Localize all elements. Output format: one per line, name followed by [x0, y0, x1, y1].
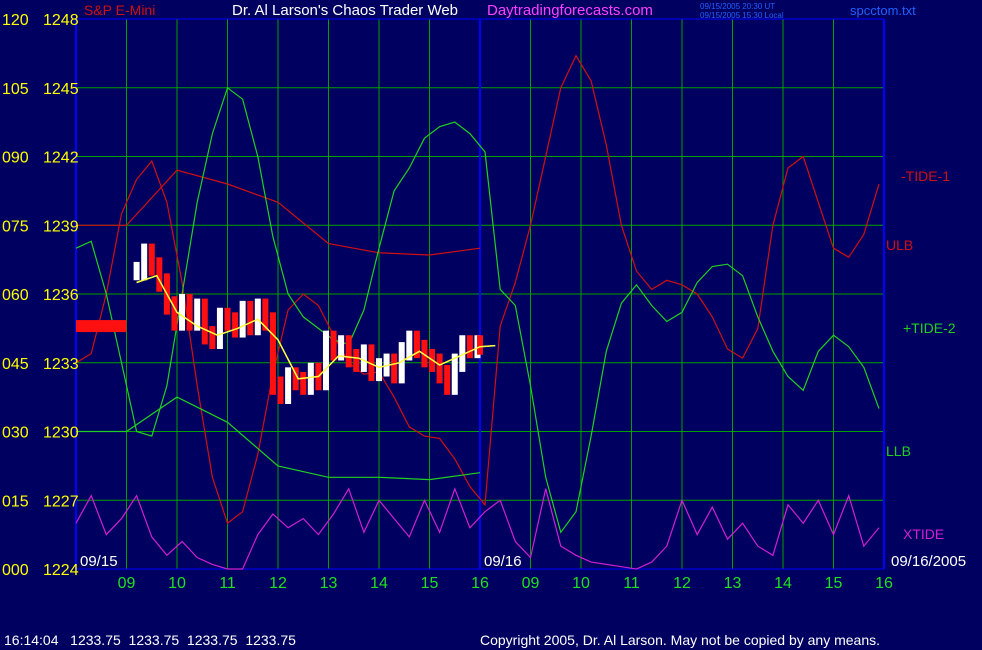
right-label-tide1: -TIDE-1: [901, 168, 950, 184]
y-price-label: 1239: [43, 218, 79, 235]
price-bar: [307, 362, 314, 395]
right-label-ulb: ULB: [886, 237, 913, 253]
right-label-tide2: +TIDE-2: [903, 320, 956, 336]
y-price-label: 1248: [43, 12, 79, 29]
x-hour-label: 15: [825, 575, 843, 592]
x-hour-label: 10: [572, 575, 590, 592]
file-name: spcctom.txt: [850, 3, 916, 18]
price-bar: [224, 307, 231, 331]
price-bar: [391, 353, 398, 384]
time-local: 09/15/2005 15:30 Local: [700, 11, 784, 20]
price-bar: [444, 365, 451, 395]
price-bar: [201, 298, 208, 345]
x-hour-label: 13: [320, 575, 338, 592]
x-hour-label: 12: [673, 575, 691, 592]
price-bar: [179, 294, 186, 331]
price-bar: [330, 330, 337, 361]
series-xtide-line: [75, 487, 880, 570]
quote-readout: 16:14:04 1233.75 1233.75 1233.75 1233.75: [4, 632, 296, 648]
x-hour-label: 09: [118, 575, 136, 592]
price-bar: [436, 353, 443, 384]
price-bar: [239, 300, 246, 338]
price-bar: [300, 371, 307, 395]
date-mid: 09/16: [484, 553, 522, 570]
price-bar: [148, 243, 155, 276]
price-bar: [133, 261, 140, 281]
price-bar: [254, 298, 261, 336]
time-utc: 09/15/2005 20:30 UT: [700, 2, 776, 11]
price-bar: [477, 335, 483, 355]
x-hour-label: 13: [724, 575, 742, 592]
y-price-label: 1242: [43, 150, 79, 167]
price-bar: [209, 326, 216, 349]
y-left-label: 030: [2, 425, 29, 442]
date-right: 09/16/2005: [891, 553, 966, 570]
date-left: 09/15: [80, 553, 118, 570]
price-bar: [322, 330, 329, 391]
x-hour-label: 14: [774, 575, 792, 592]
x-hour-label: 11: [623, 575, 640, 592]
price-bar: [141, 243, 148, 281]
y-price-label: 1227: [43, 493, 79, 510]
right-label-xtide: XTIDE: [903, 526, 944, 542]
y-price-label: 1224: [43, 562, 79, 579]
price-bar: [247, 300, 254, 336]
price-bar: [186, 294, 193, 331]
x-hour-label: 11: [219, 575, 236, 592]
y-left-label: 075: [2, 218, 29, 235]
y-price-label: 1236: [43, 287, 79, 304]
y-price-label: 1230: [43, 425, 79, 442]
y-left-label: 120: [2, 12, 29, 29]
price-bar: [277, 376, 284, 404]
price-bar: [232, 312, 239, 338]
y-left-label: 045: [2, 356, 29, 373]
price-bar: [376, 358, 382, 382]
site-link[interactable]: Daytradingforecasts.com: [487, 2, 653, 19]
price-bar: [216, 307, 223, 349]
x-hour-label: 16: [875, 575, 893, 592]
price-bar: [171, 296, 178, 331]
y-left-label: 060: [2, 287, 29, 304]
x-hour-label: 10: [168, 575, 186, 592]
copyright: Copyright 2005, Dr. Al Larson. May not b…: [480, 632, 881, 648]
price-bar: [285, 367, 292, 404]
x-hour-label: 14: [370, 575, 388, 592]
x-hour-label: 09: [522, 575, 540, 592]
price-bar: [345, 335, 352, 368]
price-bar: [156, 257, 163, 292]
series-tide1-line: [75, 54, 880, 525]
price-bar: [360, 344, 367, 372]
chart-title: Dr. Al Larson's Chaos Trader Web: [232, 2, 459, 19]
x-hour-label: 12: [269, 575, 287, 592]
symbol-label: S&P E-Mini: [84, 2, 156, 18]
y-left-label: 000: [2, 562, 29, 579]
y-price-label: 1245: [43, 81, 79, 98]
x-hour-label: 16: [471, 575, 489, 592]
chart-svg: 000 1224 015 1227 030 1230 045 1233 060 1236 075 12…: [2, 12, 966, 592]
price-bar: [353, 349, 360, 372]
price-bar: [269, 312, 276, 395]
y-left-label: 015: [2, 493, 29, 510]
start-price-bar: [76, 320, 127, 333]
price-bar: [466, 335, 473, 359]
y-left-label: 105: [2, 81, 29, 98]
chart-window: 000 1224 015 1227 030 1230 045 1233 060 1236 075 12…: [0, 0, 982, 650]
right-label-llb: LLB: [886, 443, 911, 459]
y-left-label: 090: [2, 150, 29, 167]
x-hour-label: 15: [421, 575, 439, 592]
y-price-label: 1233: [43, 356, 79, 373]
